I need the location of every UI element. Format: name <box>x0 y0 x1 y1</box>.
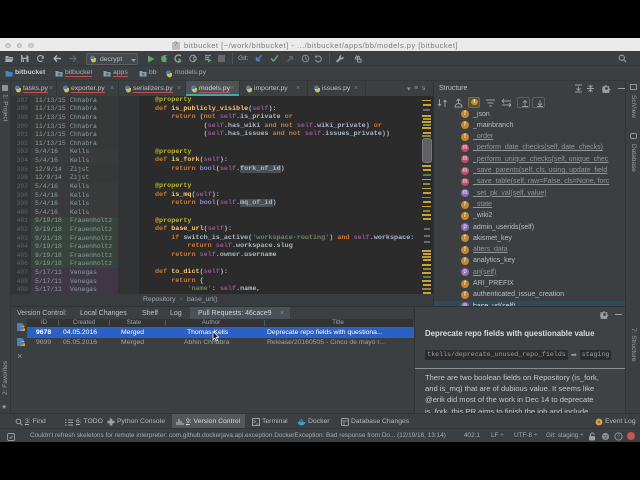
svg-text:?: ? <box>617 435 620 441</box>
